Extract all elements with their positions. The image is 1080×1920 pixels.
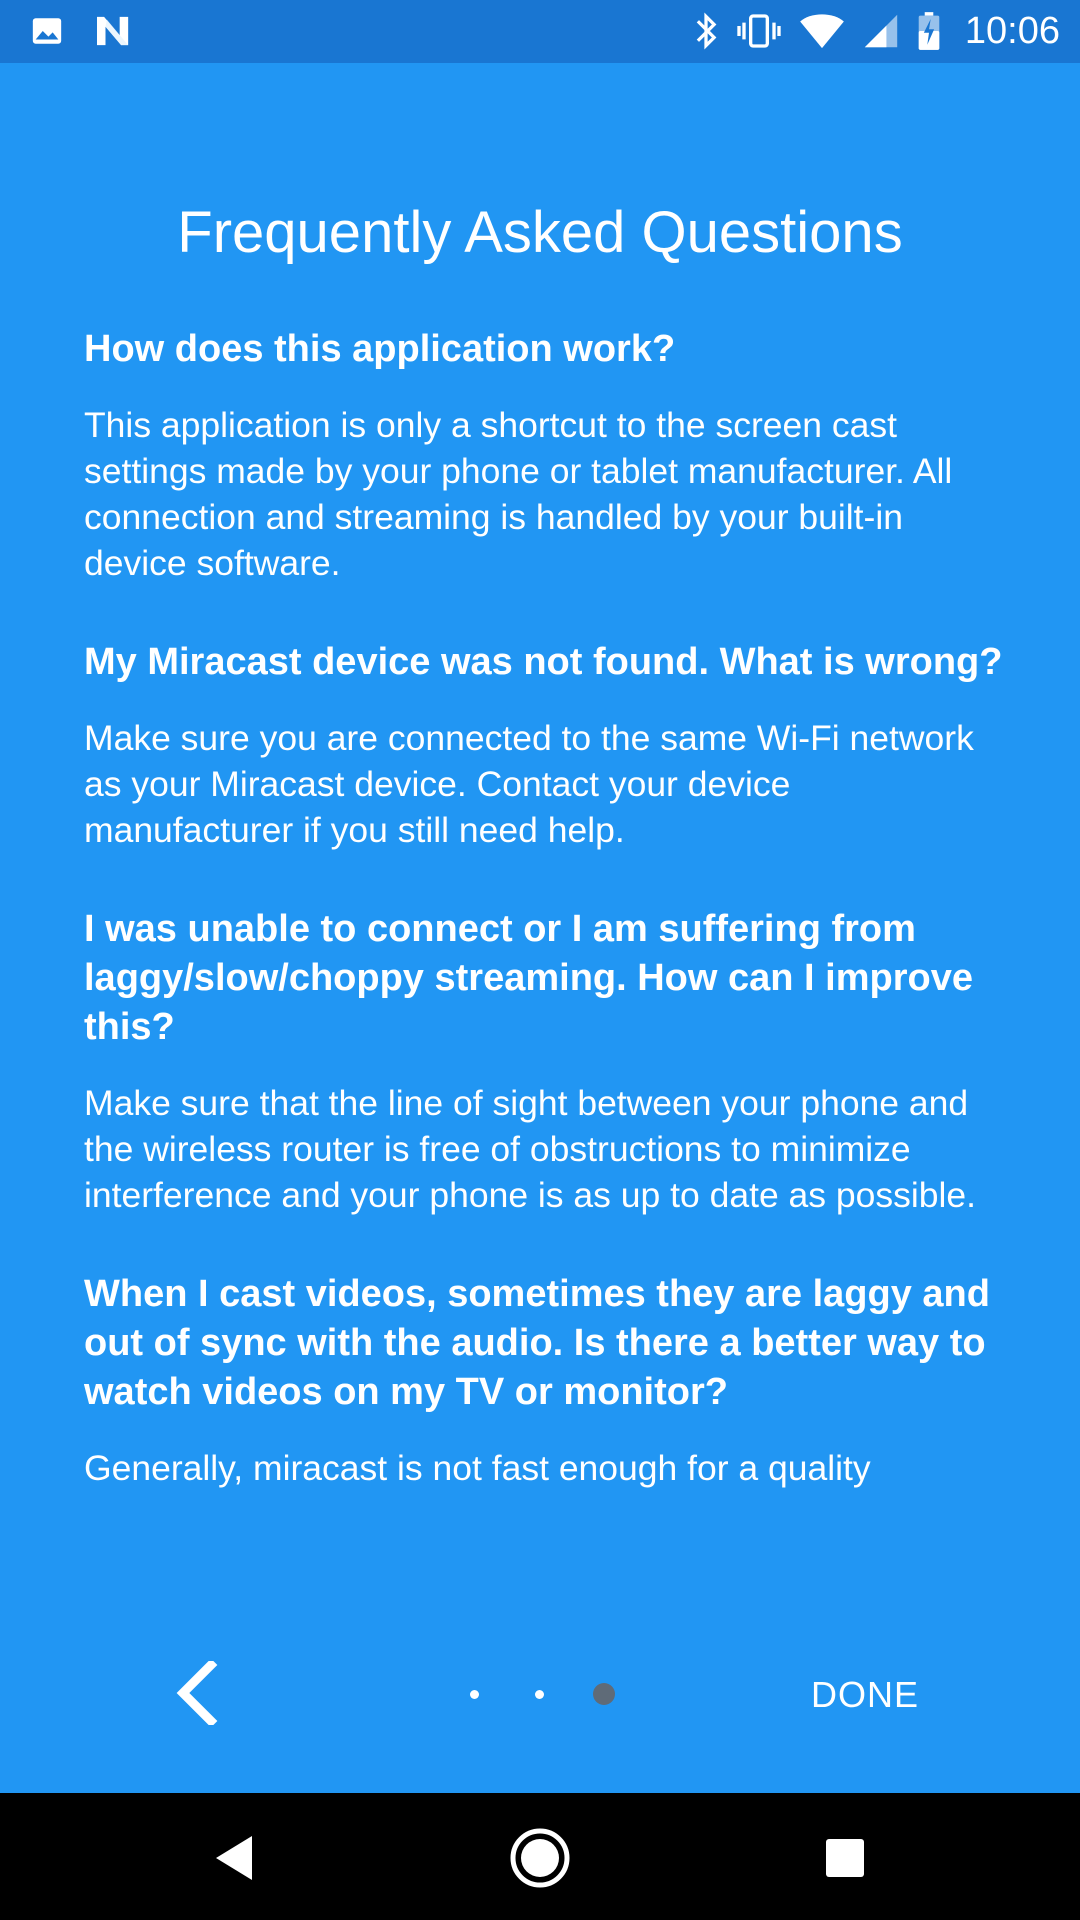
faq-answer: Generally, miracast is not fast enough f… [84, 1448, 871, 1488]
clock: 10:06 [964, 10, 1060, 52]
faq-list[interactable]: How does this application work? This app… [84, 325, 1004, 1560]
bluetooth-icon [693, 11, 719, 51]
navigation-bar [0, 1793, 1080, 1920]
back-triangle-icon [212, 1833, 258, 1883]
faq-answer: Make sure you are connected to the same … [84, 718, 974, 850]
faq-page: Frequently Asked Questions How does this… [0, 63, 1080, 1623]
wifi-icon [799, 12, 845, 50]
faq-question: I was unable to connect or I am sufferin… [84, 908, 973, 1048]
faq-item: I was unable to connect or I am sufferin… [84, 905, 1004, 1218]
status-bar: 10:06 [0, 0, 1080, 63]
page-dot[interactable] [470, 1690, 479, 1699]
faq-question: My Miracast device was not found. What i… [84, 641, 1003, 683]
faq-question: How does this application work? [84, 328, 676, 370]
faq-answer: Make sure that the line of sight between… [84, 1083, 977, 1215]
recents-square-icon [823, 1836, 867, 1880]
faq-question: When I cast videos, sometimes they are l… [84, 1273, 990, 1413]
back-button[interactable] [160, 1657, 232, 1729]
page-dot-active[interactable] [593, 1683, 615, 1705]
vibrate-icon [737, 11, 781, 51]
battery-charging-icon [917, 10, 941, 52]
image-icon [30, 14, 64, 48]
home-circle-icon [509, 1827, 571, 1889]
faq-item: When I cast videos, sometimes they are l… [84, 1270, 1004, 1491]
faq-answer: This application is only a shortcut to t… [84, 405, 953, 583]
page-indicator [460, 1679, 630, 1709]
done-button[interactable]: DONE [790, 1665, 940, 1725]
nav-back-button[interactable] [190, 1813, 280, 1903]
cell-signal-icon [863, 12, 899, 50]
faq-item: How does this application work? This app… [84, 325, 1004, 586]
n-logo-icon [94, 14, 134, 48]
faq-item: My Miracast device was not found. What i… [84, 638, 1004, 853]
chevron-left-icon [173, 1661, 219, 1725]
nav-recents-button[interactable] [800, 1813, 890, 1903]
nav-home-button[interactable] [495, 1813, 585, 1903]
pager-bar: DONE [0, 1623, 1080, 1791]
page-title: Frequently Asked Questions [177, 200, 903, 265]
page-dot[interactable] [535, 1690, 544, 1699]
